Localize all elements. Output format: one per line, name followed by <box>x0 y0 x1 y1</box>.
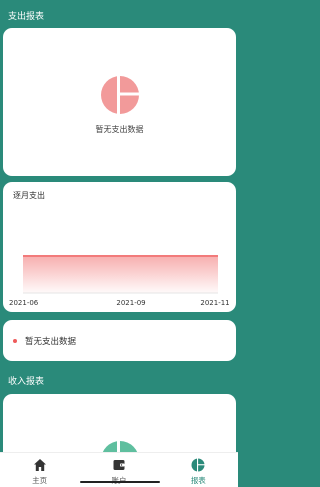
home-icon <box>33 459 46 471</box>
area-fill <box>23 255 218 293</box>
legend-card: 暂无支出数据 <box>3 320 236 361</box>
legend-item: 暂无支出数据 <box>13 335 76 347</box>
home-indicator <box>80 481 160 483</box>
tab-home[interactable]: 主页 <box>0 453 79 487</box>
expense-pie-icon <box>100 75 140 115</box>
tab-report[interactable]: 报表 <box>159 453 238 487</box>
x-tick-label: 2021-09 <box>116 299 145 307</box>
wallet-icon <box>113 460 125 470</box>
tab-report-label: 报表 <box>190 476 206 485</box>
monthly-expense-chart: 2021-06 2021-09 2021-11 <box>9 255 230 307</box>
legend-dot <box>13 339 17 343</box>
x-tick-label: 2021-06 <box>9 299 39 307</box>
legend-text: 暂无支出数据 <box>25 337 77 347</box>
expense-pie-card: 暂无支出数据 <box>3 28 236 176</box>
expense-section-title: 支出报表 <box>8 12 45 22</box>
income-section-title: 收入报表 <box>8 377 45 387</box>
tab-home-label: 主页 <box>32 476 48 485</box>
expense-empty-text: 暂无支出数据 <box>95 125 144 134</box>
monthly-expense-card: 逐月支出 2021-06 2021-09 2021-11 <box>3 182 236 312</box>
x-tick-label: 2021-11 <box>200 299 229 307</box>
pie-chart-icon <box>191 458 205 472</box>
